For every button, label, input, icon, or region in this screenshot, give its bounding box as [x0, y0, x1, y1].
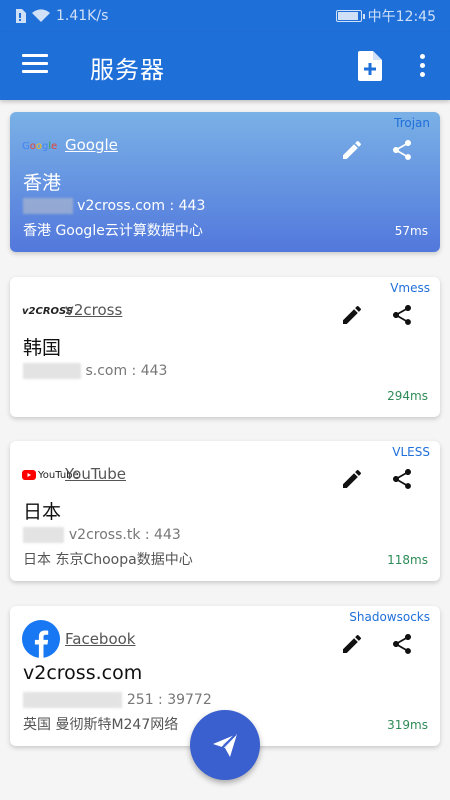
sim-icon — [16, 9, 26, 23]
server-name: 韩国 — [23, 337, 62, 359]
wifi-icon — [32, 9, 50, 22]
status-left: 1.41K/s — [14, 8, 108, 24]
page-title: 服务器 — [90, 56, 165, 84]
server-address: xxxxxx v2cross.com : 443 — [23, 198, 205, 214]
server-address-text: v2cross.tk : 443 — [68, 527, 181, 543]
protocol-label: Trojan — [394, 116, 430, 130]
provider-link[interactable]: Facebook — [65, 630, 135, 648]
masked-text: xxxxx — [23, 527, 65, 543]
edit-icon[interactable] — [340, 303, 364, 327]
network-speed: 1.41K/s — [56, 8, 109, 24]
server-name: 日本 — [23, 501, 62, 523]
share-icon[interactable] — [390, 632, 414, 656]
server-location: 香港 Google云计算数据中心 — [23, 223, 203, 239]
connect-fab[interactable] — [190, 710, 260, 780]
protocol-label: Shadowsocks — [349, 610, 430, 624]
menu-icon[interactable] — [22, 54, 48, 76]
edit-icon[interactable] — [340, 467, 364, 491]
server-address: xxxxxxxxxxxx 251 : 39772 — [23, 692, 212, 708]
server-card[interactable]: VLESS YouTube YouTube 日本 xxxxx v2cross.t… — [10, 441, 440, 581]
provider-link[interactable]: v2cross — [65, 301, 122, 319]
share-icon[interactable] — [390, 467, 414, 491]
server-address-text: s.com : 443 — [85, 363, 168, 379]
masked-text: xxxxxx — [23, 198, 73, 214]
google-logo: Google — [22, 140, 58, 152]
app-bar: 服务器 — [0, 32, 450, 100]
youtube-play-icon — [22, 470, 36, 480]
server-address-text: 251 : 39772 — [126, 692, 212, 708]
protocol-label: Vmess — [390, 281, 430, 295]
latency: 319ms — [387, 718, 428, 732]
status-bar: 1.41K/s 中午12:45 — [0, 0, 450, 32]
clock: 中午12:45 — [367, 9, 436, 25]
paper-plane-icon — [213, 733, 237, 757]
server-name: v2cross.com — [23, 662, 143, 684]
server-address-text: v2cross.com : 443 — [77, 198, 206, 214]
latency: 118ms — [387, 553, 428, 567]
add-file-icon[interactable] — [358, 51, 382, 81]
share-icon[interactable] — [390, 303, 414, 327]
server-card[interactable]: Vmess v2CROSS v2cross 韩国 xxxxxxx s.com :… — [10, 277, 440, 417]
status-right: 中午12:45 — [335, 6, 436, 26]
server-location: 英国 曼彻斯特M247网络 — [23, 717, 179, 733]
share-icon[interactable] — [390, 138, 414, 162]
provider-link[interactable]: Google — [65, 136, 118, 154]
server-address: xxxxxxx s.com : 443 — [23, 363, 167, 379]
server-address: xxxxx v2cross.tk : 443 — [23, 527, 181, 543]
edit-icon[interactable] — [340, 138, 364, 162]
masked-text: xxxxxxxxxxxx — [23, 692, 123, 708]
facebook-icon — [22, 620, 60, 658]
more-options-icon[interactable] — [418, 54, 426, 78]
latency: 294ms — [387, 389, 428, 403]
protocol-label: VLESS — [392, 445, 430, 459]
masked-text: xxxxxxx — [23, 363, 81, 379]
server-card[interactable]: Trojan Google Google 香港 xxxxxx v2cross.c… — [10, 112, 440, 252]
provider-link[interactable]: YouTube — [65, 465, 126, 483]
edit-icon[interactable] — [340, 632, 364, 656]
battery-icon — [335, 10, 365, 22]
server-name: 香港 — [23, 172, 62, 194]
server-location: 日本 东京Choopa数据中心 — [23, 552, 193, 568]
latency: 57ms — [394, 224, 428, 238]
